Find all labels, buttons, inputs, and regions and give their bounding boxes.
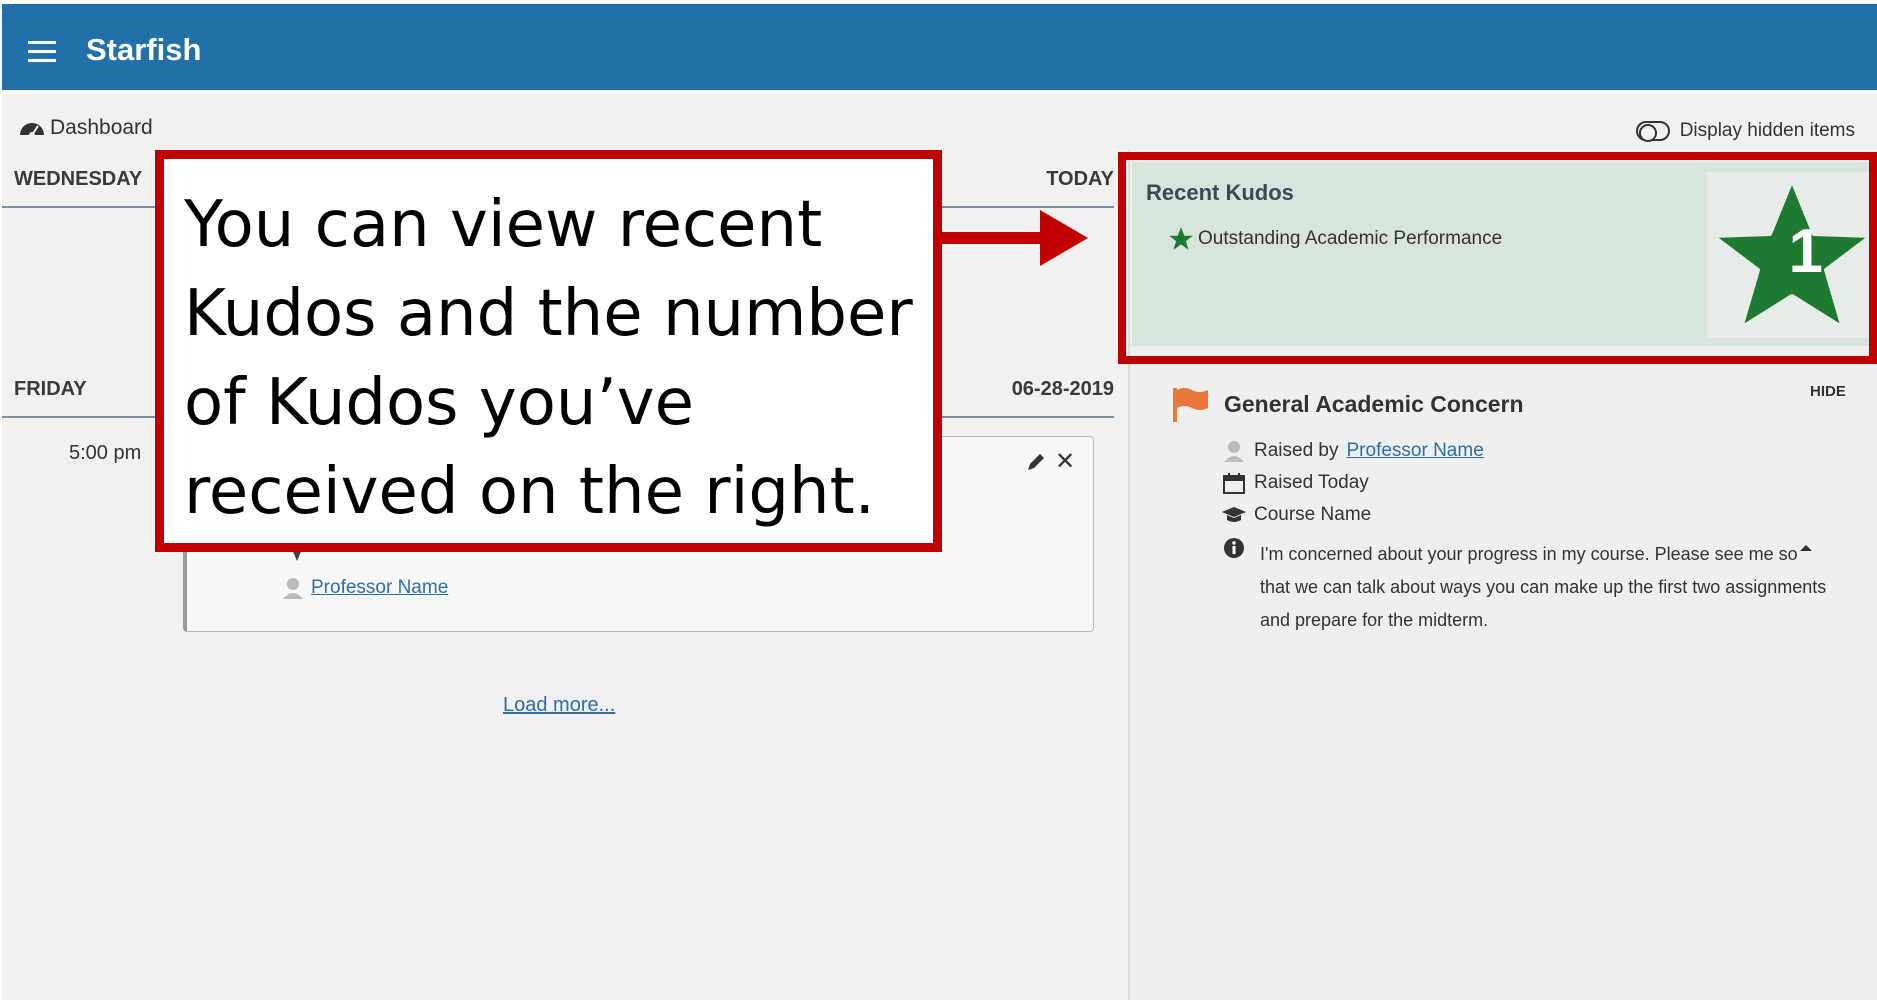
appointment-professor: Professor Name <box>283 577 448 599</box>
concern-title: General Academic Concern <box>1224 390 1524 417</box>
callout-line: of Kudos you’ve <box>184 366 695 440</box>
app-title: Starfish <box>86 32 202 67</box>
hide-button[interactable]: HIDE <box>1810 383 1846 400</box>
callout-line: Kudos and the number <box>184 277 913 351</box>
appointment-time: 5:00 pm <box>69 442 142 464</box>
dashboard-icon <box>20 123 44 138</box>
menu-icon[interactable] <box>28 40 56 62</box>
raised-by-link[interactable]: Professor Name <box>1347 440 1484 462</box>
toggle-switch[interactable] <box>1635 121 1670 142</box>
dashboard-link[interactable]: Dashboard <box>18 116 153 140</box>
top-bar: Starfish <box>0 0 1877 94</box>
day-date: TODAY <box>1046 168 1114 190</box>
callout-line: You can view recent <box>184 188 823 262</box>
course-name: Course Name <box>1254 504 1372 525</box>
info-icon <box>1224 538 1244 558</box>
academic-concern: General Academic Concern <box>1170 386 1850 422</box>
callout-arrow-shaft <box>942 232 1042 244</box>
dashboard-label: Dashboard <box>50 116 153 139</box>
flag-icon <box>1173 388 1208 422</box>
person-icon <box>1224 441 1244 462</box>
pencil-icon[interactable] <box>1025 451 1047 473</box>
day-name: FRIDAY <box>14 378 87 400</box>
raised-by-row: Raised by Professor Name <box>1222 440 1484 462</box>
callout-line: received on the right. <box>184 455 875 529</box>
callout-arrow-head <box>1040 210 1088 266</box>
raised-date: Raised Today <box>1254 472 1369 493</box>
collapse-caret-icon[interactable] <box>1800 545 1812 551</box>
kudos-highlight-box <box>1118 152 1877 364</box>
callout-text: You can view recent Kudos and the number… <box>184 181 913 537</box>
raised-by-label: Raised by <box>1254 440 1339 461</box>
graduation-cap-icon <box>1222 507 1246 522</box>
display-hidden-toggle[interactable]: Display hidden items <box>1635 120 1855 142</box>
info-row <box>1222 537 1246 559</box>
instruction-callout: You can view recent Kudos and the number… <box>155 150 942 552</box>
person-icon <box>283 578 303 599</box>
day-name: WEDNESDAY <box>14 168 143 190</box>
close-icon[interactable]: ✕ <box>1055 450 1075 474</box>
calendar-icon <box>1223 473 1245 494</box>
professor-link[interactable]: Professor Name <box>311 577 448 599</box>
concern-header: General Academic Concern <box>1170 386 1850 422</box>
display-hidden-label: Display hidden items <box>1679 120 1855 141</box>
concern-message: I'm concerned about your progress in my … <box>1260 544 1827 630</box>
raised-date-row: Raised Today <box>1222 472 1369 494</box>
header-bar: Starfish <box>2 4 1877 90</box>
load-more-link[interactable]: Load more... <box>503 694 615 717</box>
day-date: 06-28-2019 <box>1011 378 1114 400</box>
course-row: Course Name <box>1222 504 1371 526</box>
